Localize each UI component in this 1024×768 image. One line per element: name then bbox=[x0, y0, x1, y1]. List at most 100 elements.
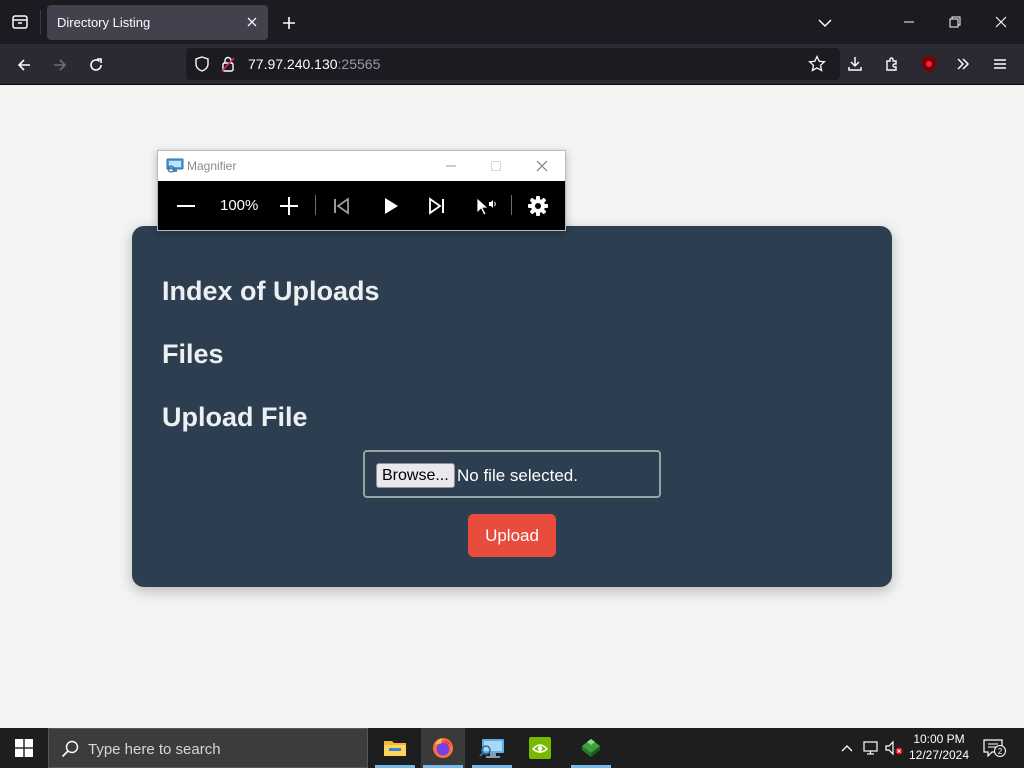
firefox-icon bbox=[433, 738, 453, 758]
tab-close-button[interactable] bbox=[244, 14, 260, 30]
volume-tray-button[interactable] bbox=[885, 739, 903, 757]
url-text[interactable]: 77.97.240.130:25565 bbox=[248, 56, 380, 72]
taskbar-firefox[interactable] bbox=[421, 728, 465, 768]
magnifier-maximize-button[interactable] bbox=[483, 155, 509, 177]
new-tab-button[interactable] bbox=[278, 12, 300, 34]
zoom-level: 100% bbox=[220, 197, 259, 214]
tab-separator bbox=[40, 10, 41, 34]
close-window-button[interactable] bbox=[978, 0, 1024, 44]
magnifier-title: Magnifier bbox=[187, 159, 237, 173]
back-button[interactable] bbox=[11, 52, 37, 78]
skip-back-icon bbox=[334, 197, 349, 215]
app-icon bbox=[582, 739, 600, 757]
app-menu-button[interactable] bbox=[988, 52, 1012, 76]
close-icon bbox=[995, 16, 1007, 28]
taskbar-search-box[interactable]: Type here to search bbox=[48, 728, 368, 768]
download-icon bbox=[848, 57, 862, 71]
network-icon bbox=[863, 741, 878, 755]
minimize-button[interactable] bbox=[886, 0, 932, 44]
maximize-icon bbox=[491, 161, 501, 171]
close-icon bbox=[536, 160, 548, 172]
network-tray-button[interactable] bbox=[862, 739, 880, 757]
double-chevron-right-icon bbox=[957, 58, 970, 70]
file-input[interactable]: Browse... No file selected. bbox=[363, 450, 661, 498]
arrow-left-icon bbox=[17, 59, 30, 71]
search-placeholder: Type here to search bbox=[88, 741, 221, 758]
notification-center-button[interactable]: 2 bbox=[980, 736, 1006, 760]
show-hidden-icons-button[interactable] bbox=[838, 739, 856, 757]
clock-time: 10:00 PM bbox=[913, 732, 965, 746]
magnifier-close-button[interactable] bbox=[529, 155, 555, 177]
taskbar-green-app[interactable] bbox=[569, 728, 613, 768]
windows-logo-icon bbox=[15, 739, 33, 757]
tab-title: Directory Listing bbox=[57, 15, 151, 30]
start-button[interactable] bbox=[0, 728, 48, 768]
restore-button[interactable] bbox=[932, 0, 978, 44]
skip-forward-icon bbox=[429, 197, 444, 215]
minus-icon bbox=[177, 205, 195, 207]
toolbar-separator bbox=[315, 195, 316, 215]
play-button[interactable] bbox=[377, 193, 403, 219]
taskbar-file-explorer[interactable] bbox=[373, 728, 417, 768]
arrow-right-icon bbox=[54, 59, 67, 71]
reload-icon bbox=[90, 58, 102, 71]
read-from-here-button[interactable] bbox=[472, 193, 498, 219]
plus-icon bbox=[280, 197, 298, 215]
volume-muted-icon bbox=[885, 740, 903, 756]
file-status-text: No file selected. bbox=[457, 466, 578, 485]
windows-taskbar: Type here to search 10:00 PM 12/27/2024 … bbox=[0, 728, 1024, 768]
clock-date: 12/27/2024 bbox=[908, 748, 970, 762]
upload-button[interactable]: Upload bbox=[468, 514, 556, 557]
hamburger-menu-icon bbox=[994, 59, 1006, 69]
magnifier-settings-button[interactable] bbox=[525, 193, 551, 219]
taskbar-nvidia[interactable] bbox=[518, 728, 562, 768]
gear-icon bbox=[528, 196, 548, 216]
search-icon bbox=[61, 740, 79, 758]
url-bar[interactable]: 77.97.240.130:25565 bbox=[186, 48, 840, 80]
index-heading: Index of Uploads bbox=[162, 276, 380, 306]
chevron-down-icon bbox=[818, 19, 832, 28]
list-all-tabs-button[interactable] bbox=[814, 12, 836, 34]
magnifier-title-bar[interactable]: Magnifier bbox=[158, 151, 565, 181]
remote-desktop-icon bbox=[479, 739, 504, 758]
taskbar-remote-desktop[interactable] bbox=[470, 728, 514, 768]
magnifier-window: Magnifier 100% bbox=[157, 150, 566, 231]
ublock-origin-button[interactable] bbox=[917, 52, 941, 76]
url-port: :25565 bbox=[337, 56, 381, 72]
zoom-in-button[interactable] bbox=[276, 193, 302, 219]
forward-button[interactable] bbox=[47, 52, 73, 78]
browser-tab-bar: Directory Listing bbox=[0, 0, 1024, 44]
read-next-button[interactable] bbox=[424, 193, 450, 219]
minimize-icon bbox=[904, 21, 914, 23]
insecure-lock-icon[interactable] bbox=[220, 56, 236, 72]
url-host: 77.97.240.130 bbox=[248, 56, 338, 72]
downloads-button[interactable] bbox=[843, 52, 867, 76]
read-previous-button[interactable] bbox=[328, 193, 354, 219]
zoom-out-button[interactable] bbox=[173, 193, 199, 219]
browse-button[interactable]: Browse... bbox=[376, 463, 455, 488]
upload-file-heading: Upload File bbox=[162, 402, 308, 432]
plus-icon bbox=[283, 17, 295, 29]
play-icon bbox=[385, 198, 398, 214]
more-tools-button[interactable] bbox=[951, 52, 975, 76]
magnifier-minimize-button[interactable] bbox=[438, 155, 464, 177]
star-icon bbox=[808, 55, 826, 72]
magnifier-app-icon bbox=[166, 158, 184, 173]
puzzle-icon bbox=[886, 57, 897, 71]
navigation-toolbar: 77.97.240.130:25565 bbox=[0, 44, 1024, 85]
files-heading: Files bbox=[162, 339, 224, 369]
tab-list-button[interactable] bbox=[8, 10, 32, 34]
nvidia-icon bbox=[529, 737, 551, 759]
system-clock[interactable]: 10:00 PM 12/27/2024 bbox=[905, 731, 973, 763]
tab-directory-listing[interactable]: Directory Listing bbox=[47, 5, 268, 40]
bookmark-star-button[interactable] bbox=[808, 55, 826, 73]
shield-icon[interactable] bbox=[194, 56, 210, 72]
close-icon bbox=[247, 17, 257, 27]
toolbar-separator bbox=[511, 195, 512, 215]
tab-list-icon bbox=[12, 15, 28, 29]
reload-button[interactable] bbox=[83, 52, 109, 78]
extensions-button[interactable] bbox=[880, 52, 904, 76]
magnifier-toolbar: 100% bbox=[158, 181, 565, 230]
upload-card: Index of Uploads Files Upload File Brows… bbox=[132, 226, 892, 587]
notification-count-badge: 2 bbox=[994, 745, 1006, 757]
